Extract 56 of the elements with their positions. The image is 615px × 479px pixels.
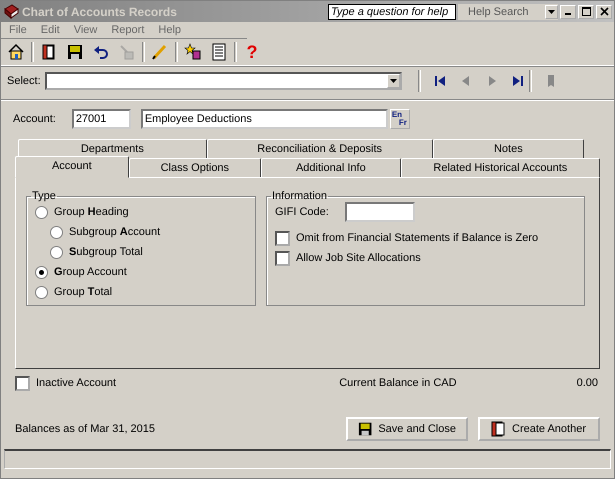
checkbox[interactable]	[275, 230, 290, 246]
account-name-field[interactable]: Employee Deductions	[140, 109, 388, 129]
tab[interactable]: Additional Info	[260, 158, 401, 177]
book-icon	[3, 4, 19, 20]
tab[interactable]: Class Options	[128, 158, 261, 177]
radio-button[interactable]	[35, 266, 48, 278]
tab[interactable]: Related Historical Accounts	[400, 158, 600, 177]
close-button[interactable]	[596, 4, 612, 18]
checkbox-label: Inactive Account	[36, 377, 116, 389]
gifi-code-label: GIFI Code:	[275, 206, 329, 218]
create-another-button[interactable]: Create Another	[478, 417, 600, 441]
checkbox[interactable]	[275, 250, 290, 266]
group-title: Information	[271, 190, 328, 202]
radio-label: Subgroup Account	[69, 226, 160, 238]
window-title: Chart of Accounts Records	[22, 4, 177, 18]
radio-label: Group Heading	[54, 206, 129, 218]
minimize-button[interactable]	[560, 4, 576, 18]
select-label: Select:	[7, 75, 41, 87]
tab[interactable]: Notes	[432, 139, 584, 158]
close-icon[interactable]	[600, 7, 608, 16]
tab[interactable]: Reconciliation & Deposits	[206, 139, 433, 158]
book-icon	[490, 421, 506, 437]
help-search-dropdown[interactable]: Help Search	[458, 4, 558, 20]
menu-item[interactable]: File	[9, 24, 27, 36]
maximize-button[interactable]	[578, 4, 594, 18]
first-record-icon[interactable]	[432, 74, 447, 88]
balance-value: 0.00	[576, 377, 598, 389]
radio-button[interactable]	[35, 286, 48, 298]
maximize-icon[interactable]	[582, 7, 590, 16]
menu-item[interactable]: Report	[111, 24, 144, 36]
last-record-icon[interactable]	[510, 70, 532, 92]
radio-label: Group Account	[54, 266, 127, 278]
help-question-field[interactable]: Type a question for help	[328, 4, 456, 20]
checkbox-label: Omit from Financial Statements if Balance is Zero	[296, 232, 538, 244]
floppy-icon	[358, 421, 372, 437]
radio-label: Group Total	[54, 286, 112, 298]
select-dropdown[interactable]	[44, 72, 402, 90]
menu-item[interactable]: Edit	[40, 24, 60, 36]
radio-button[interactable]	[50, 246, 63, 258]
checkbox[interactable]	[15, 376, 30, 390]
checkbox-label: Allow Job Site Allocations	[296, 252, 421, 264]
tab[interactable]: Account	[15, 156, 129, 178]
balance-label: Current Balance in CAD	[339, 377, 457, 389]
radio-label: Subgroup Total	[69, 246, 143, 258]
radio-button[interactable]	[35, 206, 48, 218]
menu-item[interactable]: View	[74, 24, 98, 36]
account-label: Account:	[13, 113, 56, 125]
save-and-close-button[interactable]: Save and Close	[346, 417, 468, 441]
language-button[interactable]: En Fr	[390, 109, 410, 129]
radio-button[interactable]	[50, 226, 63, 238]
group-title: Type	[31, 190, 57, 202]
account-number-field[interactable]: 27001	[72, 109, 131, 129]
menu-item[interactable]: Help	[158, 24, 182, 36]
tab[interactable]: Departments	[18, 139, 207, 158]
gifi-code-field[interactable]	[344, 202, 415, 222]
balances-date: Balances as of Mar 31, 2015	[15, 423, 156, 435]
